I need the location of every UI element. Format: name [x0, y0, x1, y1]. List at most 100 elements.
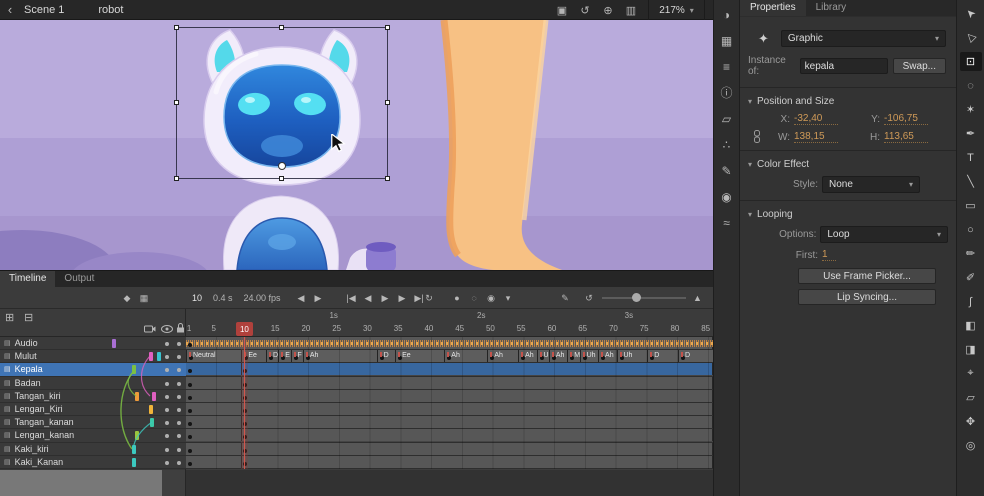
selection-tool[interactable]: ➤ [960, 4, 982, 23]
viseme-ah[interactable]: Ah [303, 350, 377, 362]
timeline-zoom-slider[interactable] [602, 297, 686, 299]
oval-tool[interactable]: ○ [960, 220, 982, 239]
section-position-size[interactable]: ▾ Position and Size [740, 92, 956, 110]
layer-lock-dot[interactable] [177, 355, 181, 359]
frames-kaki_kiri[interactable] [186, 443, 713, 456]
selection-handle-e[interactable] [385, 100, 390, 105]
web-panel-icon[interactable]: ◉ [718, 188, 736, 205]
viseme-ah[interactable]: Ah [444, 350, 487, 362]
layer-visibility-dot[interactable] [165, 434, 169, 438]
color-panel-icon[interactable]: ◑ [718, 6, 736, 23]
selection-bounding-box[interactable] [176, 27, 388, 179]
layer-lock-dot[interactable] [177, 382, 181, 386]
frames-tangan_kanan[interactable] [186, 416, 713, 429]
text-tool[interactable]: T [960, 148, 982, 167]
info-panel-icon[interactable]: ⓘ [718, 84, 736, 101]
go-to-last-frame-icon[interactable]: ▶| [414, 293, 424, 304]
timeline-ruler[interactable]: 10 1s2s3s1515202530354045505560657075808… [186, 309, 713, 337]
viseme-ah[interactable]: Ah [518, 350, 536, 362]
frames-badan[interactable] [186, 377, 713, 390]
viseme-e[interactable]: E [278, 350, 290, 362]
timeline-zoom-fit-icon[interactable]: ▲ [693, 293, 702, 303]
layer-badan[interactable]: ▤Badan [0, 377, 186, 390]
layer-lock-dot[interactable] [177, 342, 181, 346]
transform-point-handle[interactable] [278, 162, 286, 170]
eye-icon[interactable] [161, 325, 173, 333]
layer-visibility-dot[interactable] [165, 408, 169, 412]
loop-playback-icon[interactable]: ↻ [424, 293, 434, 304]
motion-editor-panel-icon[interactable]: ≈ [718, 214, 736, 231]
frames-mulut[interactable]: NeutralEeDEFAhDEeAhAhAhUhAhMUhAhUhDD [186, 350, 713, 363]
layer-visibility-dot[interactable] [165, 355, 169, 359]
layer-lengan_kiri[interactable]: ▤Lengan_Kiri [0, 403, 186, 416]
paint-bucket-tool[interactable]: ◧ [960, 316, 982, 335]
rectangle-tool[interactable]: ▭ [960, 196, 982, 215]
symbol-type-select[interactable]: Graphic ▾ [781, 30, 946, 47]
free-transform-tool[interactable]: ⊡ [960, 52, 982, 71]
frames-kepala[interactable] [186, 363, 713, 376]
y-value[interactable]: -106,75 [884, 113, 928, 125]
stage[interactable] [0, 20, 713, 270]
edit-multiple-frames-icon[interactable]: ◉ [486, 293, 496, 304]
camera-icon[interactable]: ▣ [552, 2, 572, 18]
timeline-zoom-handle[interactable] [632, 293, 641, 302]
w-value[interactable]: 138,15 [794, 131, 838, 143]
layer-kaki_kanan[interactable]: ▤Kaki_Kanan [0, 456, 186, 469]
onion-skin-icon[interactable]: ● [452, 293, 462, 303]
frame-view-icon[interactable]: ▦ [139, 293, 149, 304]
x-value[interactable]: -32,40 [794, 113, 838, 125]
center-stage-icon[interactable]: ⊕ [598, 2, 618, 18]
selection-handle-s[interactable] [279, 176, 284, 181]
layer-lock-dot[interactable] [177, 461, 181, 465]
layer-lock-dot[interactable] [177, 395, 181, 399]
layer-visibility-dot[interactable] [165, 395, 169, 399]
next-keyframe-icon[interactable]: ▶ [313, 293, 323, 304]
hand-tool[interactable]: ✥ [960, 412, 982, 431]
selection-handle-nw[interactable] [174, 25, 179, 30]
back-to-scene-icon[interactable]: ‹ [0, 1, 20, 19]
tab-library[interactable]: Library [806, 0, 857, 16]
viseme-d[interactable]: D [377, 350, 395, 362]
frames-kaki_kanan[interactable] [186, 456, 713, 469]
viseme-d[interactable]: D [678, 350, 713, 362]
h-value[interactable]: 113,65 [884, 131, 928, 143]
lip-syncing-button[interactable]: Lip Syncing... [798, 289, 936, 305]
brush-library-panel-icon[interactable]: ✎ [718, 162, 736, 179]
layer-audio[interactable]: ▤Audio [0, 337, 186, 350]
selection-handle-sw[interactable] [174, 176, 179, 181]
layer-visibility-dot[interactable] [165, 448, 169, 452]
instance-name-field[interactable] [800, 58, 888, 74]
pencil-tool[interactable]: ✏ [960, 244, 982, 263]
layer-visibility-dot[interactable] [165, 342, 169, 346]
layer-visibility-dot[interactable] [165, 382, 169, 386]
selection-handle-w[interactable] [174, 100, 179, 105]
bone-tool[interactable]: ∫ [960, 292, 982, 311]
layer-mulut[interactable]: ▤Mulut [0, 350, 186, 363]
onion-skin-menu-icon[interactable]: ▾ [503, 293, 513, 304]
go-to-first-frame-icon[interactable]: |◀ [346, 293, 356, 304]
playhead-line[interactable] [244, 337, 245, 469]
viseme-ee[interactable]: Ee [395, 350, 444, 362]
section-color-effect[interactable]: ▾ Color Effect [740, 155, 956, 173]
swap-button[interactable]: Swap... [893, 58, 946, 74]
fps-display[interactable]: 24.00 fps [244, 293, 281, 303]
frames-tangan_kiri[interactable] [186, 390, 713, 403]
paint-brush-tool[interactable]: ✐ [960, 268, 982, 287]
lock-icon[interactable] [176, 323, 185, 333]
eyedropper-tool[interactable]: ⌖ [960, 364, 982, 383]
current-frame-display[interactable]: 10 [192, 293, 202, 303]
layer-lock-dot[interactable] [177, 421, 181, 425]
tab-timeline[interactable]: Timeline [0, 271, 55, 287]
zoom-tool[interactable]: ◎ [960, 436, 982, 455]
clip-content-icon[interactable]: ▥ [621, 2, 641, 18]
selection-handle-se[interactable] [385, 176, 390, 181]
layer-lock-dot[interactable] [177, 368, 181, 372]
lasso-tool[interactable]: ◌ [960, 76, 982, 95]
delete-layer-icon[interactable]: ⊟ [24, 311, 33, 324]
frames-lengan_kanan[interactable] [186, 429, 713, 442]
layer-lock-dot[interactable] [177, 448, 181, 452]
color-style-select[interactable]: None ▾ [822, 176, 920, 193]
section-looping[interactable]: ▾ Looping [740, 205, 956, 223]
lock-aspect-ratio-icon[interactable] [752, 130, 762, 143]
layer-kepala[interactable]: ▤Kepala [0, 363, 186, 376]
